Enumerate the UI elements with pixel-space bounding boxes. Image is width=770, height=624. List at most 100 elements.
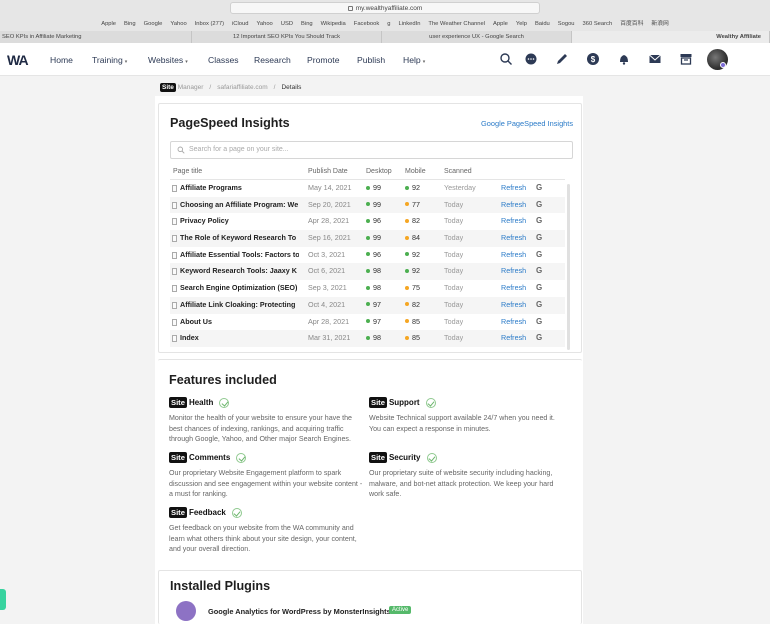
google-icon[interactable]: G — [536, 180, 542, 197]
nav-home[interactable]: Home — [50, 55, 73, 65]
bookmark[interactable]: Google — [144, 18, 163, 30]
feature-feedback: Site Feedback Get feedback on your website… — [169, 507, 364, 555]
feature-health: Site Health Monitor the health of your web… — [169, 397, 364, 445]
plugins-card: Installed Plugins Google Analytics for W… — [158, 570, 582, 624]
scanned-value: Yesterday — [444, 183, 476, 192]
dollar-icon[interactable]: $ — [586, 52, 600, 66]
google-icon[interactable]: G — [536, 280, 542, 297]
nav-help[interactable]: Help ▾ — [403, 55, 425, 65]
table-row: Choosing an Affiliate Program: We Sep 20,… — [170, 196, 565, 214]
refresh-button[interactable]: Refresh — [501, 314, 526, 331]
address-bar[interactable]: my.wealthyaffiliate.com — [230, 2, 540, 14]
page-title-link[interactable]: Affiliate Link Cloaking: Protecting — [180, 297, 299, 314]
page-icon — [172, 251, 177, 259]
refresh-button[interactable]: Refresh — [501, 263, 526, 280]
bookmark[interactable]: Baidu — [535, 18, 550, 30]
bookmark[interactable]: Sogou — [558, 18, 575, 30]
breadcrumb-site-manager[interactable]: Site Manager — [160, 83, 203, 92]
score-dot — [405, 319, 409, 323]
browser-tab[interactable]: SEO KPIs in Affiliate Marketing — [0, 31, 192, 43]
bookmark[interactable]: Inbox (277) — [195, 18, 224, 30]
google-icon[interactable]: G — [536, 230, 542, 247]
scanned-value: Today — [444, 316, 464, 326]
bookmark[interactable]: Wikipedia — [321, 18, 346, 30]
bookmark[interactable]: Yahoo — [170, 18, 186, 30]
nav-training[interactable]: Training ▾ — [92, 55, 127, 65]
page-title-link[interactable]: Affiliate Programs — [180, 180, 299, 197]
nav-websites[interactable]: Websites ▾ — [148, 55, 188, 65]
nav-publish[interactable]: Publish — [357, 55, 385, 65]
pencil-icon[interactable] — [555, 52, 569, 66]
browser-tab[interactable]: user experience UX - Google Search — [382, 31, 572, 43]
nav-promote[interactable]: Promote — [307, 55, 339, 65]
breadcrumb-site[interactable]: safariaffiliate.com — [217, 84, 267, 91]
col-desktop[interactable]: Desktop — [366, 168, 392, 175]
bookmark[interactable]: g — [387, 18, 390, 30]
google-icon[interactable]: G — [536, 297, 542, 314]
refresh-button[interactable]: Refresh — [501, 330, 526, 347]
bookmark[interactable]: 百度百科 — [620, 18, 643, 30]
google-pagespeed-link[interactable]: Google PageSpeed Insights — [481, 119, 573, 128]
search-icon[interactable] — [499, 52, 513, 66]
browser-tab[interactable]: 12 Important SEO KPIs You Should Track — [192, 31, 382, 43]
bookmark[interactable]: Bing — [124, 18, 136, 30]
wa-logo[interactable]: WA — [7, 52, 29, 68]
bookmark[interactable]: Apple — [101, 18, 116, 30]
chevron-down-icon: ▾ — [124, 59, 128, 65]
bookmark[interactable]: Yahoo — [256, 18, 272, 30]
bookmark[interactable]: Bing — [301, 18, 313, 30]
col-mobile[interactable]: Mobile — [405, 168, 426, 175]
page-title-link[interactable]: The Role of Keyword Research To — [180, 230, 299, 247]
page-title-link[interactable]: About Us — [180, 314, 299, 331]
bookmark[interactable]: Facebook — [354, 18, 379, 30]
bookmark[interactable]: iCloud — [232, 18, 248, 30]
page-search-input[interactable]: Search for a page on your site... — [170, 141, 573, 159]
chat-icon[interactable] — [524, 52, 538, 66]
refresh-button[interactable]: Refresh — [501, 230, 526, 247]
col-page-title[interactable]: Page title — [173, 168, 202, 175]
bell-icon[interactable] — [617, 52, 631, 66]
col-scanned[interactable]: Scanned — [444, 168, 472, 175]
lock-icon — [347, 6, 353, 11]
page-title-link[interactable]: Keyword Research Tools: Jaaxy K — [180, 263, 299, 280]
bookmark[interactable]: LinkedIn — [399, 18, 421, 30]
nav-classes[interactable]: Classes — [208, 55, 239, 65]
page-title-link[interactable]: Affiliate Essential Tools: Factors to — [180, 247, 299, 264]
google-icon[interactable]: G — [536, 330, 542, 347]
bookmark[interactable]: The Weather Channel — [428, 18, 485, 30]
refresh-button[interactable]: Refresh — [501, 280, 526, 297]
refresh-button[interactable]: Refresh — [501, 247, 526, 264]
mobile-score-value: 82 — [412, 299, 420, 309]
google-icon[interactable]: G — [536, 197, 542, 214]
score-dot — [405, 335, 409, 340]
score-dot — [366, 252, 370, 257]
refresh-button[interactable]: Refresh — [501, 213, 526, 230]
google-icon[interactable]: G — [536, 263, 542, 280]
bookmark[interactable]: 360 Search — [583, 18, 613, 30]
bookmark[interactable]: Apple — [493, 18, 508, 30]
google-icon[interactable]: G — [536, 213, 542, 230]
page-title-link[interactable]: Privacy Policy — [180, 213, 299, 230]
nav-research[interactable]: Research — [254, 55, 291, 65]
refresh-button[interactable]: Refresh — [501, 180, 526, 197]
plugin-name[interactable]: Google Analytics for WordPress by Monste… — [208, 607, 391, 616]
page-title-link[interactable]: Choosing an Affiliate Program: We — [180, 197, 299, 214]
side-tab[interactable] — [0, 589, 6, 610]
google-icon[interactable]: G — [536, 247, 542, 264]
archive-icon[interactable] — [679, 52, 693, 66]
bookmark[interactable]: Yelp — [516, 18, 527, 30]
feature-comments: Site Comments Our proprietary Website Enga… — [169, 452, 364, 500]
table-scrollbar[interactable] — [567, 184, 570, 350]
bookmark[interactable]: USD — [281, 18, 293, 30]
page-title-link[interactable]: Search Engine Optimization (SEO) — [180, 280, 299, 297]
score-dot — [366, 202, 370, 207]
refresh-button[interactable]: Refresh — [501, 297, 526, 314]
page-icon — [172, 335, 177, 343]
refresh-button[interactable]: Refresh — [501, 197, 526, 214]
col-publish-date[interactable]: Publish Date — [308, 168, 348, 175]
browser-tab-active[interactable]: Wealthy Affiliate — [572, 31, 770, 43]
google-icon[interactable]: G — [536, 314, 542, 331]
page-title-link[interactable]: Index — [180, 330, 299, 347]
bookmark[interactable]: 新浪网 — [651, 18, 668, 30]
mail-icon[interactable] — [648, 52, 662, 66]
